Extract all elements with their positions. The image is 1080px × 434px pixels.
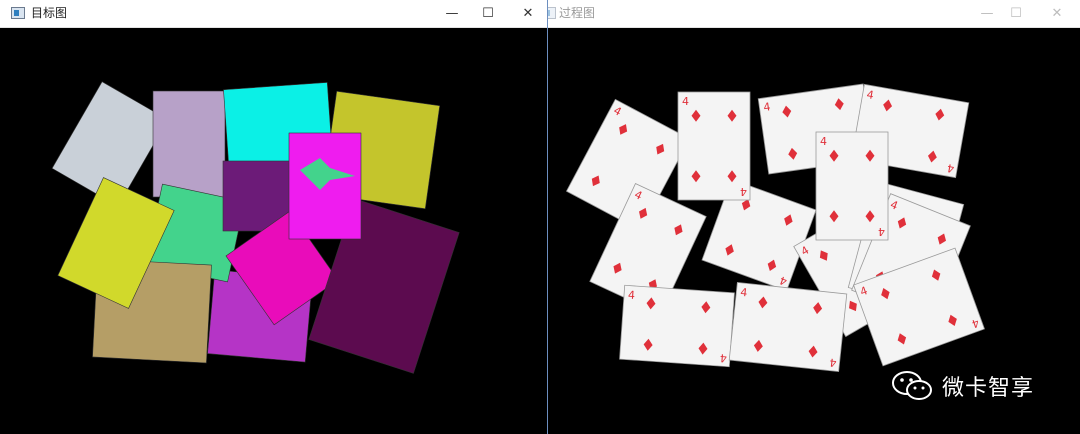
minimize-button[interactable]: — — [432, 0, 472, 27]
card-rank: 4 — [719, 351, 727, 364]
card-rank: 4 — [628, 289, 636, 302]
playing-card: 44 — [728, 282, 848, 372]
left-title-bar[interactable]: 目标图 — ☐ ✕ — [0, 0, 547, 28]
card-rank: 4 — [682, 95, 689, 108]
card-rank: 4 — [829, 356, 837, 370]
playing-card: 44 — [677, 91, 751, 201]
wechat-icon — [892, 371, 932, 400]
segmented-cards-image — [51, 81, 460, 374]
playing-card: 44 — [619, 284, 735, 368]
watermark: 微卡智享 — [890, 366, 1034, 406]
target-image-canvas — [0, 28, 547, 434]
segment-region — [152, 90, 226, 198]
playing-card: 44 — [815, 131, 889, 241]
card-rank: 4 — [878, 225, 885, 238]
target-image-window: 目标图 — ☐ ✕ — [0, 0, 548, 434]
close-button[interactable]: ✕ — [508, 0, 547, 27]
maximize-button[interactable]: ☐ — [996, 0, 1036, 27]
card-rank: 4 — [820, 135, 827, 148]
card-rank: 4 — [740, 185, 747, 198]
card-rank: 4 — [740, 286, 748, 300]
left-window-title: 目标图 — [31, 6, 68, 20]
segment-region — [288, 132, 362, 240]
watermark-text: 微卡智享 — [942, 376, 1035, 401]
app-icon — [548, 7, 556, 19]
close-button[interactable]: ✕ — [1037, 0, 1077, 27]
right-window-title: 过程图 — [559, 6, 596, 20]
app-icon — [11, 7, 25, 19]
maximize-button[interactable]: ☐ — [468, 0, 508, 27]
right-title-bar[interactable]: 过程图 — ☐ ✕ — [548, 0, 1080, 28]
